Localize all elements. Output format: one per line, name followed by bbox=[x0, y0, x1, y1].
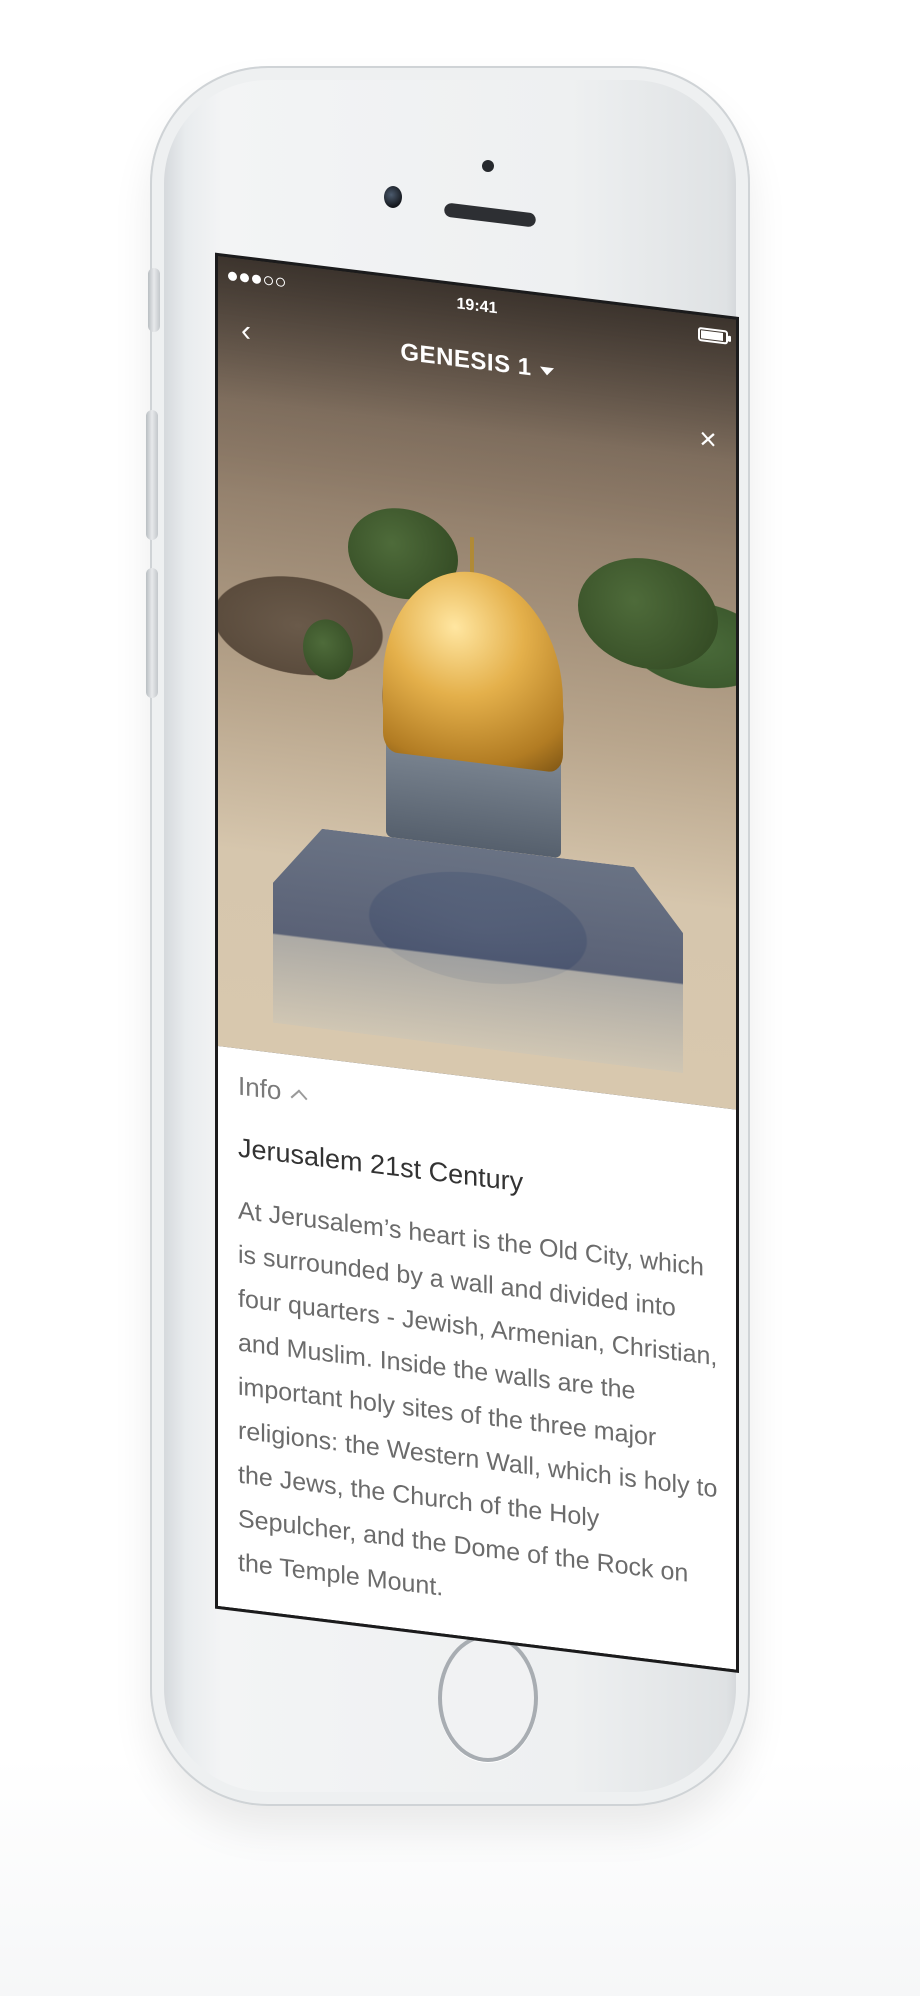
close-button[interactable]: × bbox=[688, 418, 728, 463]
product-render-stage: 19:41 ‹ GENESIS 1 × Info Jerusalem 21st … bbox=[0, 0, 920, 1996]
tree-cluster bbox=[578, 550, 718, 678]
book-title: GENESIS 1 bbox=[400, 338, 532, 382]
mute-switch bbox=[148, 268, 160, 332]
info-panel: Info Jerusalem 21st Century At Jerusalem… bbox=[218, 1046, 736, 1670]
volume-up-button bbox=[146, 410, 158, 540]
palm-tree bbox=[303, 616, 353, 683]
info-toggle-label: Info bbox=[238, 1070, 282, 1106]
front-camera bbox=[384, 186, 402, 208]
home-button[interactable] bbox=[438, 1634, 538, 1762]
phone-screen: 19:41 ‹ GENESIS 1 × Info Jerusalem 21st … bbox=[218, 256, 736, 1670]
octagonal-building bbox=[273, 823, 683, 1073]
proximity-sensor bbox=[482, 160, 494, 172]
battery-level bbox=[701, 330, 723, 341]
info-body: At Jerusalem’s heart is the Old City, wh… bbox=[238, 1196, 718, 1602]
info-title: Jerusalem 21st Century bbox=[238, 1132, 524, 1198]
caret-down-icon bbox=[539, 366, 554, 376]
chevron-up-icon bbox=[290, 1089, 308, 1107]
close-icon: × bbox=[699, 422, 717, 458]
volume-down-button bbox=[146, 568, 158, 698]
info-toggle[interactable]: Info bbox=[238, 1070, 308, 1109]
